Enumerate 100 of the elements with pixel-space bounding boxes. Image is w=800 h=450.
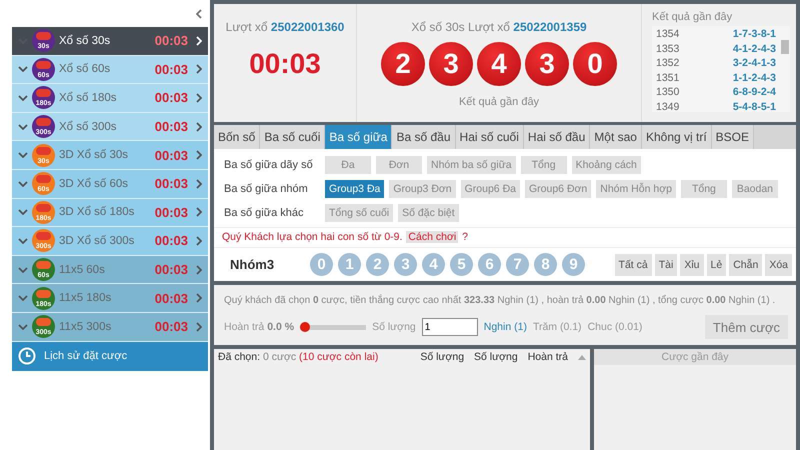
option-button[interactable]: Group6 Đơn: [525, 180, 592, 198]
history-bar[interactable]: Lịch sử đặt cược: [12, 342, 208, 371]
option-group-label: Ba số giữa dãy số: [224, 159, 314, 171]
option-button[interactable]: Baodan: [732, 180, 778, 198]
number-ball[interactable]: 4: [422, 253, 445, 276]
game-name: Xổ số 300s: [59, 120, 118, 133]
quick-pick-button[interactable]: Tất cả: [614, 254, 652, 276]
chevron-right-icon: [196, 36, 202, 46]
result-ball: 3: [525, 42, 569, 86]
unit-option[interactable]: Chuc (0.01): [588, 321, 642, 333]
chevron-down-icon: [18, 94, 28, 101]
option-button[interactable]: Tổng: [520, 156, 567, 174]
unit-option[interactable]: Trăm (0.1): [532, 321, 582, 333]
countdown-timer: 00:03: [249, 48, 321, 80]
round-label: Lượt xổ 25022001360: [226, 20, 344, 34]
round-number: 1352: [656, 57, 680, 71]
countdown-timer: 00:03: [154, 176, 188, 192]
option-button[interactable]: Group6 Đa: [460, 180, 520, 198]
number-ball[interactable]: 7: [506, 253, 529, 276]
tab[interactable]: BSOE: [712, 125, 754, 149]
chosen-count: Đã chọn: 0 cược (10 cược còn lai): [218, 351, 378, 363]
round-number: 1349: [656, 100, 680, 114]
number-ball[interactable]: 9: [562, 253, 585, 276]
game-name: Xổ số 60s: [59, 63, 112, 76]
tab[interactable]: Ba số cuối: [260, 125, 326, 149]
result-numbers: 1-1-2-4-3: [732, 72, 776, 86]
how-to-play-link[interactable]: Cách chơi: [406, 231, 458, 243]
chevron-down-icon: [18, 66, 28, 72]
result-ball: 4: [477, 42, 521, 86]
option-button[interactable]: Group3 Đơn: [389, 180, 456, 198]
tab[interactable]: Ba số giữa: [325, 125, 392, 149]
rebate-label: Hoàn trả 0.0 %: [224, 321, 294, 333]
quantity-field[interactable]: 1: [422, 318, 478, 336]
tab[interactable]: Ba số đầu: [392, 125, 456, 149]
recent-results-title: Kết quả gần đây: [652, 11, 734, 23]
number-ball[interactable]: 8: [534, 253, 557, 276]
option-button[interactable]: Đơn: [376, 156, 422, 174]
option-button[interactable]: Group3 Đa: [325, 180, 384, 198]
chevron-right-icon: [196, 293, 202, 304]
chevron-down-icon: [18, 266, 28, 273]
option-button[interactable]: Nhóm Hỗn hợp: [596, 180, 676, 198]
countdown-timer: 00:03: [154, 319, 188, 334]
round-label: Xổ số 30s Lượt xổ 25022001359: [411, 20, 587, 34]
quick-pick-button[interactable]: Lẻ: [706, 254, 726, 276]
tab[interactable]: Không vị trí: [642, 125, 712, 149]
collapse-icon[interactable]: [196, 8, 202, 18]
result-ball: 3: [429, 42, 473, 86]
chevron-right-icon: [196, 64, 202, 74]
tab[interactable]: Một sao: [590, 125, 642, 149]
number-ball[interactable]: 3: [394, 253, 417, 276]
tab[interactable]: Bốn số: [214, 125, 260, 149]
option-group-label: Ba số giữa nhóm: [224, 183, 309, 195]
game-name: 3D Xổ số 30s: [59, 149, 130, 162]
option-button[interactable]: Nhóm ba số giữa: [427, 156, 516, 174]
option-button[interactable]: Tổng số cuối: [325, 204, 394, 222]
option-button[interactable]: Số đặc biệt: [398, 204, 459, 222]
add-bet-button[interactable]: Thêm cược: [704, 315, 788, 339]
countdown-timer: 00:03: [154, 33, 188, 48]
countdown-timer: 00:03: [154, 262, 188, 278]
option-group-label: Ba số giữa khác: [224, 207, 305, 219]
countdown-timer: 00:03: [154, 90, 188, 106]
tab[interactable]: Hai số cuối: [456, 125, 524, 149]
chevron-right-icon: [196, 236, 202, 246]
game-name: 3D Xổ số 60s: [59, 178, 130, 190]
round-number: 1354: [656, 28, 680, 42]
round-number: 1350: [656, 86, 680, 100]
quick-pick-button[interactable]: Xóa: [765, 254, 792, 276]
unit-option[interactable]: Nghin (1): [484, 321, 527, 333]
recent-bets-header: Cược gần đây: [594, 349, 796, 365]
result-numbers: 4-1-2-4-3: [732, 42, 776, 56]
number-ball[interactable]: 1: [338, 253, 361, 276]
game-name: 3D Xổ số 300s: [59, 234, 136, 247]
countdown-timer: 00:03: [154, 290, 188, 306]
game-name: 3D Xổ số 180s: [59, 206, 136, 218]
chevron-down-icon: [18, 238, 28, 244]
quick-pick-button[interactable]: Tài: [654, 254, 678, 276]
quick-pick-button[interactable]: Xỉu: [680, 254, 704, 276]
countdown-timer: 00:03: [154, 204, 188, 220]
slider-thumb[interactable]: [300, 322, 310, 332]
group-label: Nhóm3: [230, 257, 276, 272]
number-ball[interactable]: 6: [478, 253, 501, 276]
chevron-right-icon: [196, 178, 202, 189]
quick-pick-button[interactable]: Chẵn: [729, 254, 762, 276]
chevron-right-icon: [196, 150, 202, 160]
caption: Kết quả gần đây: [458, 96, 540, 108]
option-button[interactable]: Tổng: [680, 180, 727, 198]
quantity-label: Số lượng: [372, 321, 416, 333]
chevron-right-icon: [196, 122, 202, 132]
number-ball[interactable]: 5: [450, 253, 473, 276]
number-ball[interactable]: 0: [310, 253, 333, 276]
chevron-down-icon: [18, 209, 28, 216]
rebate-slider[interactable]: [300, 322, 366, 332]
game-name: 11x5 300s: [59, 320, 112, 333]
chevron-down-icon: [18, 180, 28, 187]
countdown-timer: 00:03: [154, 233, 188, 248]
chevron-down-icon: [18, 324, 28, 330]
tab[interactable]: Hai số đầu: [524, 125, 590, 149]
number-ball[interactable]: 2: [366, 253, 389, 276]
option-button[interactable]: Đa: [325, 156, 371, 174]
option-button[interactable]: Khoảng cách: [572, 156, 641, 174]
